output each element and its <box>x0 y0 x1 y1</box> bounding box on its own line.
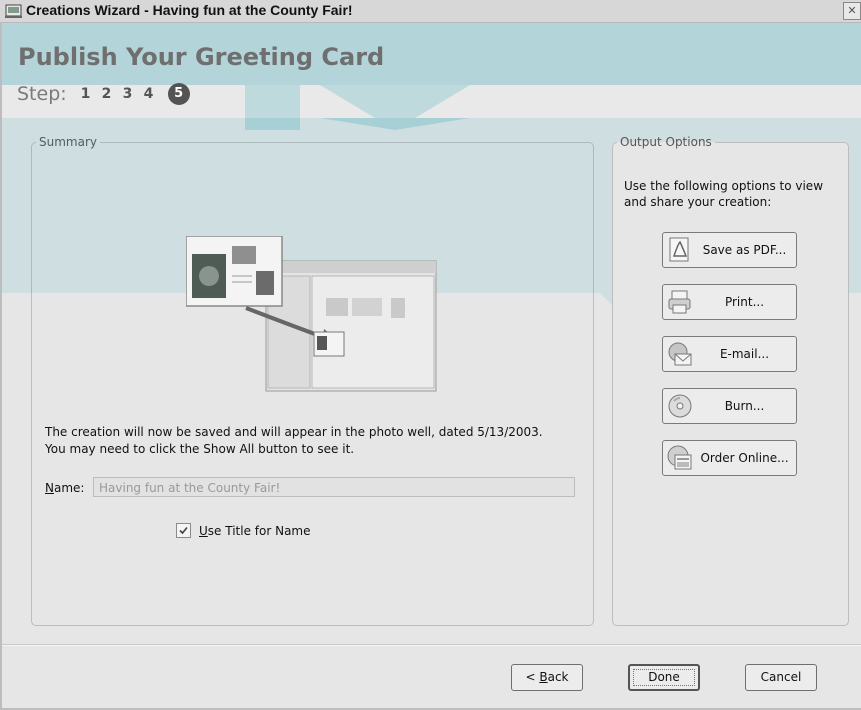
output-options-description: Use the following options to view and sh… <box>624 179 824 209</box>
back-accesskey: B <box>539 670 548 684</box>
step-4: 4 <box>143 86 154 102</box>
step-indicator: Step: 1 2 3 4 5 <box>17 81 190 107</box>
burn-label: Burn... <box>724 399 765 413</box>
order-online-button[interactable]: Order Online... <box>662 440 797 476</box>
wizard-header: Publish Your Greeting Card Step: 1 2 3 4… <box>0 23 861 118</box>
email-button[interactable]: E-mail... <box>662 336 797 372</box>
title-bar: Creations Wizard - Having fun at the Cou… <box>0 0 861 23</box>
cd-icon <box>668 394 692 418</box>
step-2: 2 <box>101 86 112 102</box>
checkmark-icon <box>179 526 188 535</box>
name-label: Name: <box>45 481 84 495</box>
use-title-checkbox[interactable] <box>176 523 191 538</box>
step-5-current: 5 <box>167 83 190 105</box>
step-label: Step: <box>17 83 67 105</box>
print-label: Print... <box>724 295 765 309</box>
close-icon[interactable]: ✕ <box>843 2 861 20</box>
step-3: 3 <box>122 86 133 102</box>
footer-divider-highlight <box>0 645 861 646</box>
done-button[interactable]: Done <box>628 664 700 691</box>
use-title-label-rest: se Title for Name <box>207 523 311 538</box>
back-prefix: < <box>525 670 540 684</box>
page-heading: Publish Your Greeting Card <box>18 43 385 71</box>
window-title: Creations Wizard - Having fun at the Cou… <box>26 2 353 18</box>
pdf-icon <box>669 237 689 262</box>
name-label-accesskey: N <box>45 481 54 495</box>
back-button[interactable]: < Back <box>511 664 583 691</box>
window-left-edge <box>0 22 2 710</box>
email-label: E-mail... <box>719 347 770 361</box>
cancel-label: Cancel <box>760 670 802 684</box>
online-icon <box>667 445 692 470</box>
done-focus-ring <box>633 669 695 686</box>
cancel-button[interactable]: Cancel <box>745 664 817 691</box>
output-options-legend: Output Options <box>620 135 712 149</box>
back-label-rest: ack <box>547 670 569 684</box>
use-title-accesskey: U <box>199 523 208 538</box>
name-label-rest: ame: <box>53 481 85 495</box>
use-title-label: Use Title for Name <box>199 524 311 538</box>
name-field[interactable]: Having fun at the County Fair! <box>93 477 575 497</box>
summary-message-line-2: You may need to click the Show All butto… <box>45 442 355 456</box>
summary-message: The creation will now be saved and will … <box>45 424 590 458</box>
print-button[interactable]: Print... <box>662 284 797 320</box>
save-to-photo-well-illustration <box>186 236 437 392</box>
email-icon <box>668 342 692 366</box>
summary-legend: Summary <box>39 135 97 149</box>
save-as-pdf-label: Save as PDF... <box>702 243 787 257</box>
save-as-pdf-button[interactable]: Save as PDF... <box>662 232 797 268</box>
use-title-checkbox-row[interactable]: Use Title for Name <box>176 523 311 538</box>
summary-message-line-1: The creation will now be saved and will … <box>45 425 543 439</box>
step-1: 1 <box>80 86 91 102</box>
order-online-label: Order Online... <box>700 451 789 465</box>
burn-button[interactable]: Burn... <box>662 388 797 424</box>
printer-icon <box>668 290 691 314</box>
app-icon <box>5 3 23 22</box>
